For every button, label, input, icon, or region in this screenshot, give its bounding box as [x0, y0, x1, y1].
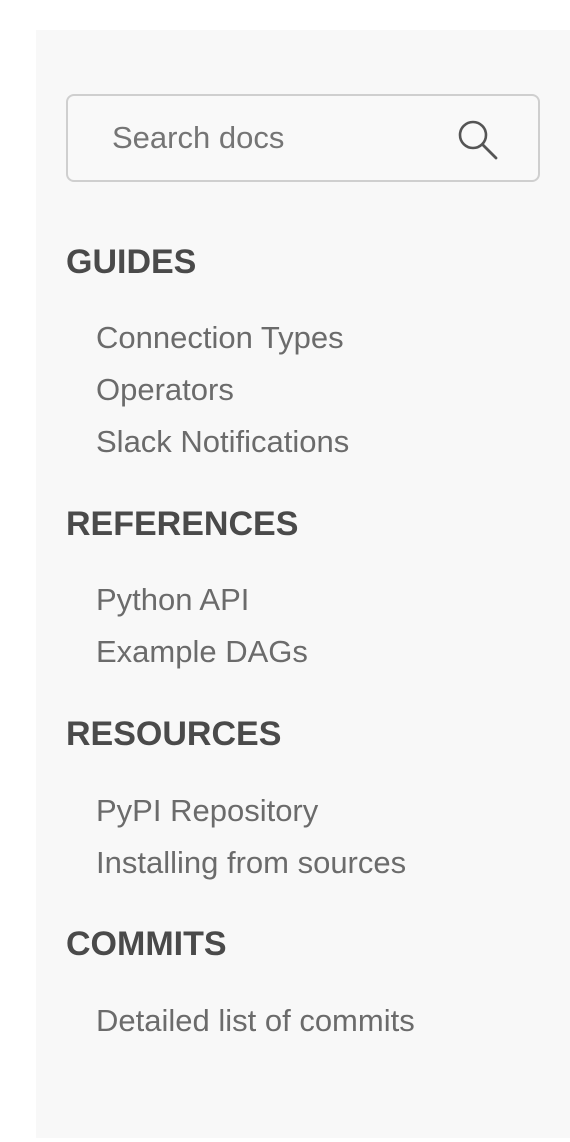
nav-item-python-api[interactable]: Python API: [96, 574, 308, 626]
section-title-guides: GUIDES: [66, 243, 197, 281]
search-icon[interactable]: [456, 118, 500, 162]
nav-item-pypi-repository[interactable]: PyPI Repository: [96, 785, 406, 837]
section-title-resources: RESOURCES: [66, 715, 282, 753]
resources-list: PyPI Repository Installing from sources: [96, 785, 406, 889]
docs-sidebar: GUIDES Connection Types Operators Slack …: [36, 30, 570, 1138]
commits-list: Detailed list of commits: [96, 995, 415, 1047]
references-list: Python API Example DAGs: [96, 574, 308, 678]
nav-item-installing-from-sources[interactable]: Installing from sources: [96, 837, 406, 889]
search-box[interactable]: [66, 94, 540, 182]
nav-item-operators[interactable]: Operators: [96, 364, 349, 416]
nav-item-connection-types[interactable]: Connection Types: [96, 312, 349, 364]
nav-item-detailed-list-of-commits[interactable]: Detailed list of commits: [96, 995, 415, 1047]
search-input[interactable]: [112, 96, 442, 180]
guides-list: Connection Types Operators Slack Notific…: [96, 312, 349, 468]
nav-item-slack-notifications[interactable]: Slack Notifications: [96, 416, 349, 468]
section-title-commits: COMMITS: [66, 925, 227, 963]
nav-item-example-dags[interactable]: Example DAGs: [96, 626, 308, 678]
section-title-references: REFERENCES: [66, 505, 299, 543]
